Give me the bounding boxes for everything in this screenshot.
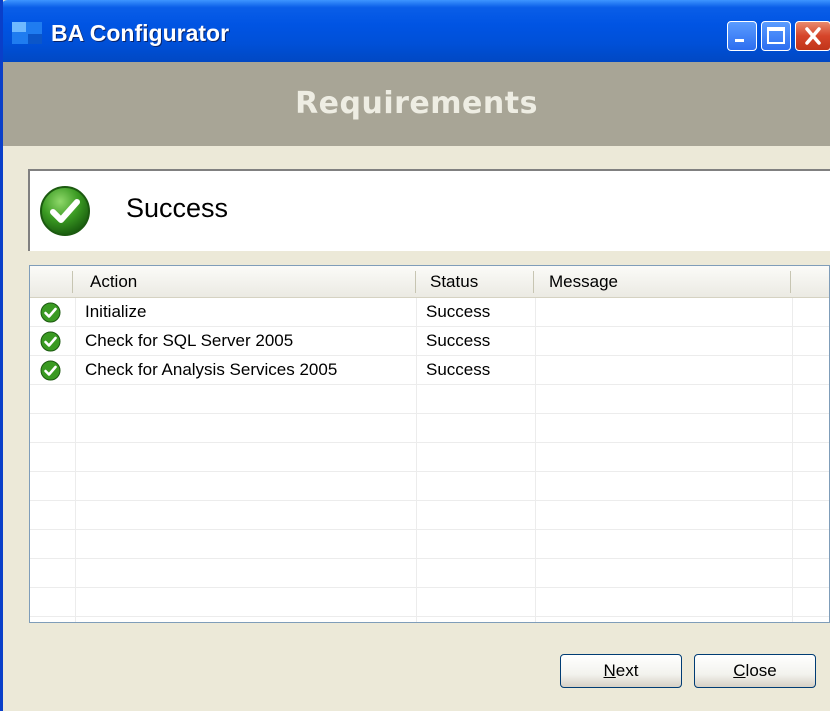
check-circle-icon	[40, 360, 61, 381]
empty-row	[30, 559, 829, 588]
check-circle-icon	[40, 302, 61, 323]
check-circle-icon	[40, 331, 61, 352]
column-separator[interactable]	[790, 271, 791, 293]
empty-row	[30, 472, 829, 501]
minimize-icon	[735, 39, 744, 42]
table-header: Action Status Message	[30, 266, 829, 298]
empty-row	[30, 385, 829, 414]
maximize-icon	[767, 27, 785, 44]
column-separator[interactable]	[72, 271, 73, 293]
app-icon	[12, 22, 42, 44]
maximize-button[interactable]	[761, 21, 791, 51]
empty-row	[30, 501, 829, 530]
check-circle-icon	[40, 186, 90, 236]
title-bar[interactable]: BA Configurator	[3, 0, 830, 62]
status-text: Success	[126, 193, 229, 223]
column-header-action[interactable]: Action	[90, 266, 137, 297]
empty-row	[30, 414, 829, 443]
cell-action: Initialize	[85, 302, 147, 321]
empty-row	[30, 530, 829, 559]
close-button[interactable]: Close	[694, 654, 816, 688]
window-title: BA Configurator	[51, 20, 230, 46]
cell-status: Success	[426, 331, 491, 350]
status-panel: Success	[28, 169, 830, 251]
table-row[interactable]: Initialize Success	[30, 298, 829, 327]
close-mnemonic: C	[733, 661, 746, 680]
cell-action: Check for Analysis Services 2005	[85, 360, 338, 379]
cell-status: Success	[426, 302, 491, 321]
column-separator[interactable]	[533, 271, 534, 293]
column-separator[interactable]	[415, 271, 416, 293]
column-header-status[interactable]: Status	[430, 266, 478, 297]
close-icon	[805, 27, 821, 45]
empty-row	[30, 443, 829, 472]
next-mnemonic: N	[603, 661, 616, 680]
page-title: Requirements	[295, 86, 538, 121]
configurator-window: BA Configurator Requirements Success Act…	[0, 0, 830, 711]
empty-row	[30, 588, 829, 617]
cell-action: Check for SQL Server 2005	[85, 331, 294, 350]
cell-status: Success	[426, 360, 491, 379]
next-label: ext	[615, 661, 639, 680]
close-window-button[interactable]	[795, 21, 830, 51]
table-row[interactable]: Check for SQL Server 2005 Success	[30, 327, 829, 356]
table-row[interactable]: Check for Analysis Services 2005 Success	[30, 356, 829, 385]
requirements-table[interactable]: Action Status Message Initialize Success	[29, 265, 830, 623]
column-header-message[interactable]: Message	[549, 266, 618, 297]
minimize-button[interactable]	[727, 21, 757, 51]
next-button[interactable]: Next	[560, 654, 682, 688]
close-label: lose	[745, 661, 777, 680]
